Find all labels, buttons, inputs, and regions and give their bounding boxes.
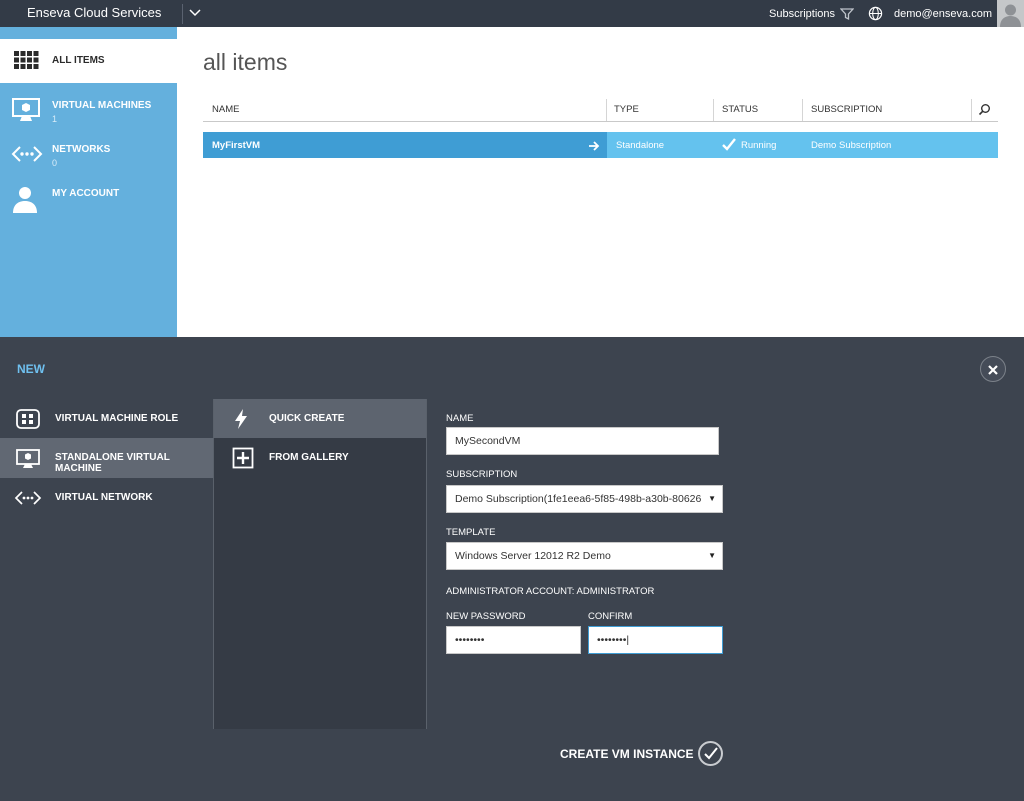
category-virtual-network[interactable]: VIRTUAL NETWORK: [0, 478, 213, 518]
filter-icon[interactable]: [839, 7, 855, 26]
divider: [182, 4, 183, 24]
vm-status: Running: [741, 140, 777, 151]
divider: [713, 99, 714, 121]
arrow-right-icon[interactable]: [588, 139, 600, 157]
avatar[interactable]: [997, 0, 1024, 27]
create-method-list: QUICK CREATE FROM GALLERY: [214, 399, 426, 729]
divider: [606, 99, 607, 121]
category-label: VIRTUAL MACHINE ROLE: [55, 413, 179, 424]
confirm-password-field[interactable]: ••••••••|: [588, 626, 723, 654]
grid-icon: [10, 46, 40, 81]
divider: [802, 99, 803, 121]
vm-role-icon: [14, 408, 42, 435]
column-header-subscription[interactable]: SUBSCRIPTION: [811, 104, 882, 115]
sidebar-item-count: 0: [52, 158, 58, 168]
sidebar-item-all-items[interactable]: ALL ITEMS: [0, 39, 177, 83]
lightning-icon: [232, 408, 250, 435]
method-from-gallery[interactable]: FROM GALLERY: [214, 438, 426, 477]
person-icon: [10, 183, 40, 220]
panel-title: NEW: [17, 362, 45, 376]
divider: [971, 99, 972, 121]
monitor-icon: [10, 95, 42, 130]
main-content: all items NAME TYPE STATUS SUBSCRIPTION …: [177, 27, 1024, 337]
category-label: STANDALONE VIRTUAL MACHINE: [55, 452, 170, 474]
template-select[interactable]: Windows Server 12012 R2 Demo: [446, 542, 723, 570]
column-header-status[interactable]: STATUS: [722, 104, 758, 115]
subscription-select[interactable]: Demo Subscription(1fe1eea6-5f85-498b-a30…: [446, 485, 723, 513]
monitor-icon: [14, 447, 42, 476]
checkmark-icon: [722, 138, 736, 156]
name-field[interactable]: MySecondVM: [446, 427, 719, 455]
sidebar-item-count: 1: [52, 114, 58, 124]
create-vm-instance-label[interactable]: CREATE VM INSTANCE: [560, 747, 694, 761]
divider: [426, 399, 427, 729]
sidebar-item-virtual-machines[interactable]: VIRTUAL MACHINES 1: [0, 88, 177, 132]
sidebar-item-my-account[interactable]: MY ACCOUNT: [0, 176, 177, 220]
subscriptions-link[interactable]: Subscriptions: [769, 8, 835, 20]
sidebar: ALL ITEMS VIRTUAL MACHINES 1 NETWORKS 0 …: [0, 27, 177, 337]
method-quick-create[interactable]: QUICK CREATE: [214, 399, 426, 438]
vm-name: MyFirstVM: [212, 140, 261, 151]
search-icon[interactable]: [978, 103, 991, 121]
row-name-cell[interactable]: MyFirstVM: [203, 132, 607, 158]
category-label: VIRTUAL NETWORK: [55, 492, 153, 503]
close-icon: [987, 363, 999, 381]
subscription-label: SUBSCRIPTION: [446, 469, 518, 480]
sidebar-item-label: VIRTUAL MACHINES: [52, 100, 152, 111]
column-header-type[interactable]: TYPE: [614, 104, 639, 115]
table-header: NAME TYPE STATUS SUBSCRIPTION: [203, 99, 998, 122]
network-icon: [14, 487, 42, 514]
close-button[interactable]: [980, 356, 1006, 382]
sidebar-item-label: MY ACCOUNT: [52, 188, 120, 199]
new-password-label: NEW PASSWORD: [446, 611, 526, 622]
admin-account-label: ADMINISTRATOR ACCOUNT: ADMINISTRATOR: [446, 586, 655, 597]
network-icon: [10, 139, 44, 174]
column-header-name[interactable]: NAME: [212, 104, 239, 115]
sidebar-item-label: NETWORKS: [52, 144, 111, 155]
template-label: TEMPLATE: [446, 527, 496, 538]
new-panel: NEW VIRTUAL MACHINE ROLE STANDALONE VIRT…: [0, 337, 1024, 801]
sidebar-item-label: ALL ITEMS: [52, 55, 105, 66]
create-vm-instance-button[interactable]: [698, 741, 723, 766]
top-bar: Enseva Cloud Services Subscriptions demo…: [0, 0, 1024, 27]
globe-icon[interactable]: [868, 6, 883, 26]
checkmark-icon: [704, 747, 718, 765]
category-standalone-virtual-machine[interactable]: STANDALONE VIRTUAL MACHINE: [0, 438, 213, 478]
vm-type: Standalone: [616, 140, 665, 151]
method-label: FROM GALLERY: [269, 452, 349, 463]
new-password-field[interactable]: ••••••••: [446, 626, 581, 654]
chevron-down-icon[interactable]: [188, 6, 202, 25]
table-row[interactable]: MyFirstVM Standalone Running Demo Subscr…: [203, 132, 998, 158]
method-label: QUICK CREATE: [269, 413, 345, 424]
sidebar-item-networks[interactable]: NETWORKS 0: [0, 132, 177, 176]
user-email[interactable]: demo@enseva.com: [894, 8, 992, 20]
category-virtual-machine-role[interactable]: VIRTUAL MACHINE ROLE: [0, 399, 213, 439]
name-label: NAME: [446, 413, 474, 424]
confirm-label: CONFIRM: [588, 611, 633, 622]
brand-name[interactable]: Enseva Cloud Services: [27, 5, 161, 20]
page-title: all items: [203, 49, 288, 75]
vm-subscription: Demo Subscription: [811, 140, 892, 151]
plus-box-icon: [232, 447, 254, 474]
